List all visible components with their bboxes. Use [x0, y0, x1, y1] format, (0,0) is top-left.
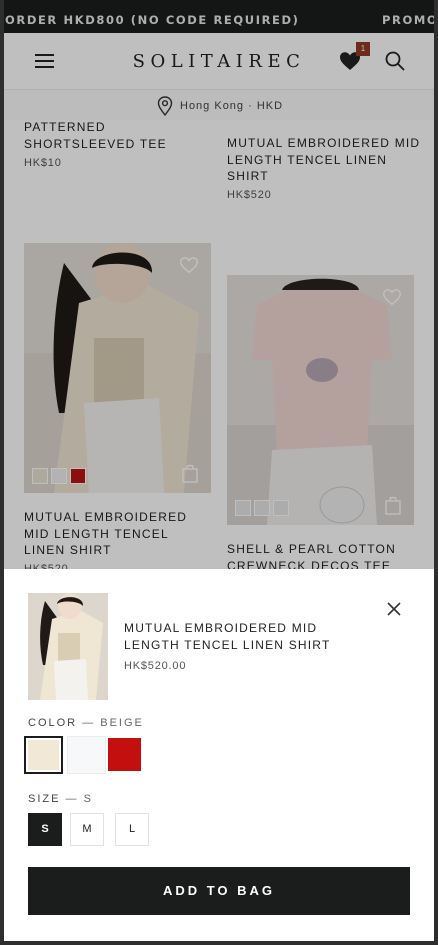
size-label: SIZE [28, 793, 61, 805]
app-frame: ORDER HKD800 (NO CODE REQUIRED) PROMO SO… [4, 0, 434, 941]
color-swatch-white[interactable] [67, 736, 106, 774]
size-option-s[interactable]: S [28, 813, 62, 846]
size-option-m[interactable]: M [70, 813, 104, 846]
modal-backdrop[interactable] [4, 0, 434, 569]
sheet-product-name: MUTUAL EMBROIDERED MID LENGTH TENCEL LIN… [124, 621, 331, 652]
quick-add-sheet: MUTUAL EMBROIDERED MID LENGTH TENCEL LIN… [4, 569, 434, 941]
size-label-row: SIZE — S [28, 793, 93, 805]
product-thumbnail [28, 593, 108, 700]
color-label-row: COLOR — BEIGE [28, 717, 144, 729]
size-value: S [83, 793, 93, 805]
size-option-l[interactable]: L [115, 813, 149, 846]
color-swatch-red[interactable] [108, 738, 141, 771]
color-label: COLOR [28, 717, 78, 729]
sheet-product-price: HK$520.00 [124, 660, 187, 672]
color-value: BEIGE [100, 717, 144, 729]
add-to-bag-button[interactable]: ADD TO BAG [28, 867, 410, 915]
close-icon[interactable] [384, 599, 404, 619]
color-swatch-beige[interactable] [24, 736, 63, 774]
